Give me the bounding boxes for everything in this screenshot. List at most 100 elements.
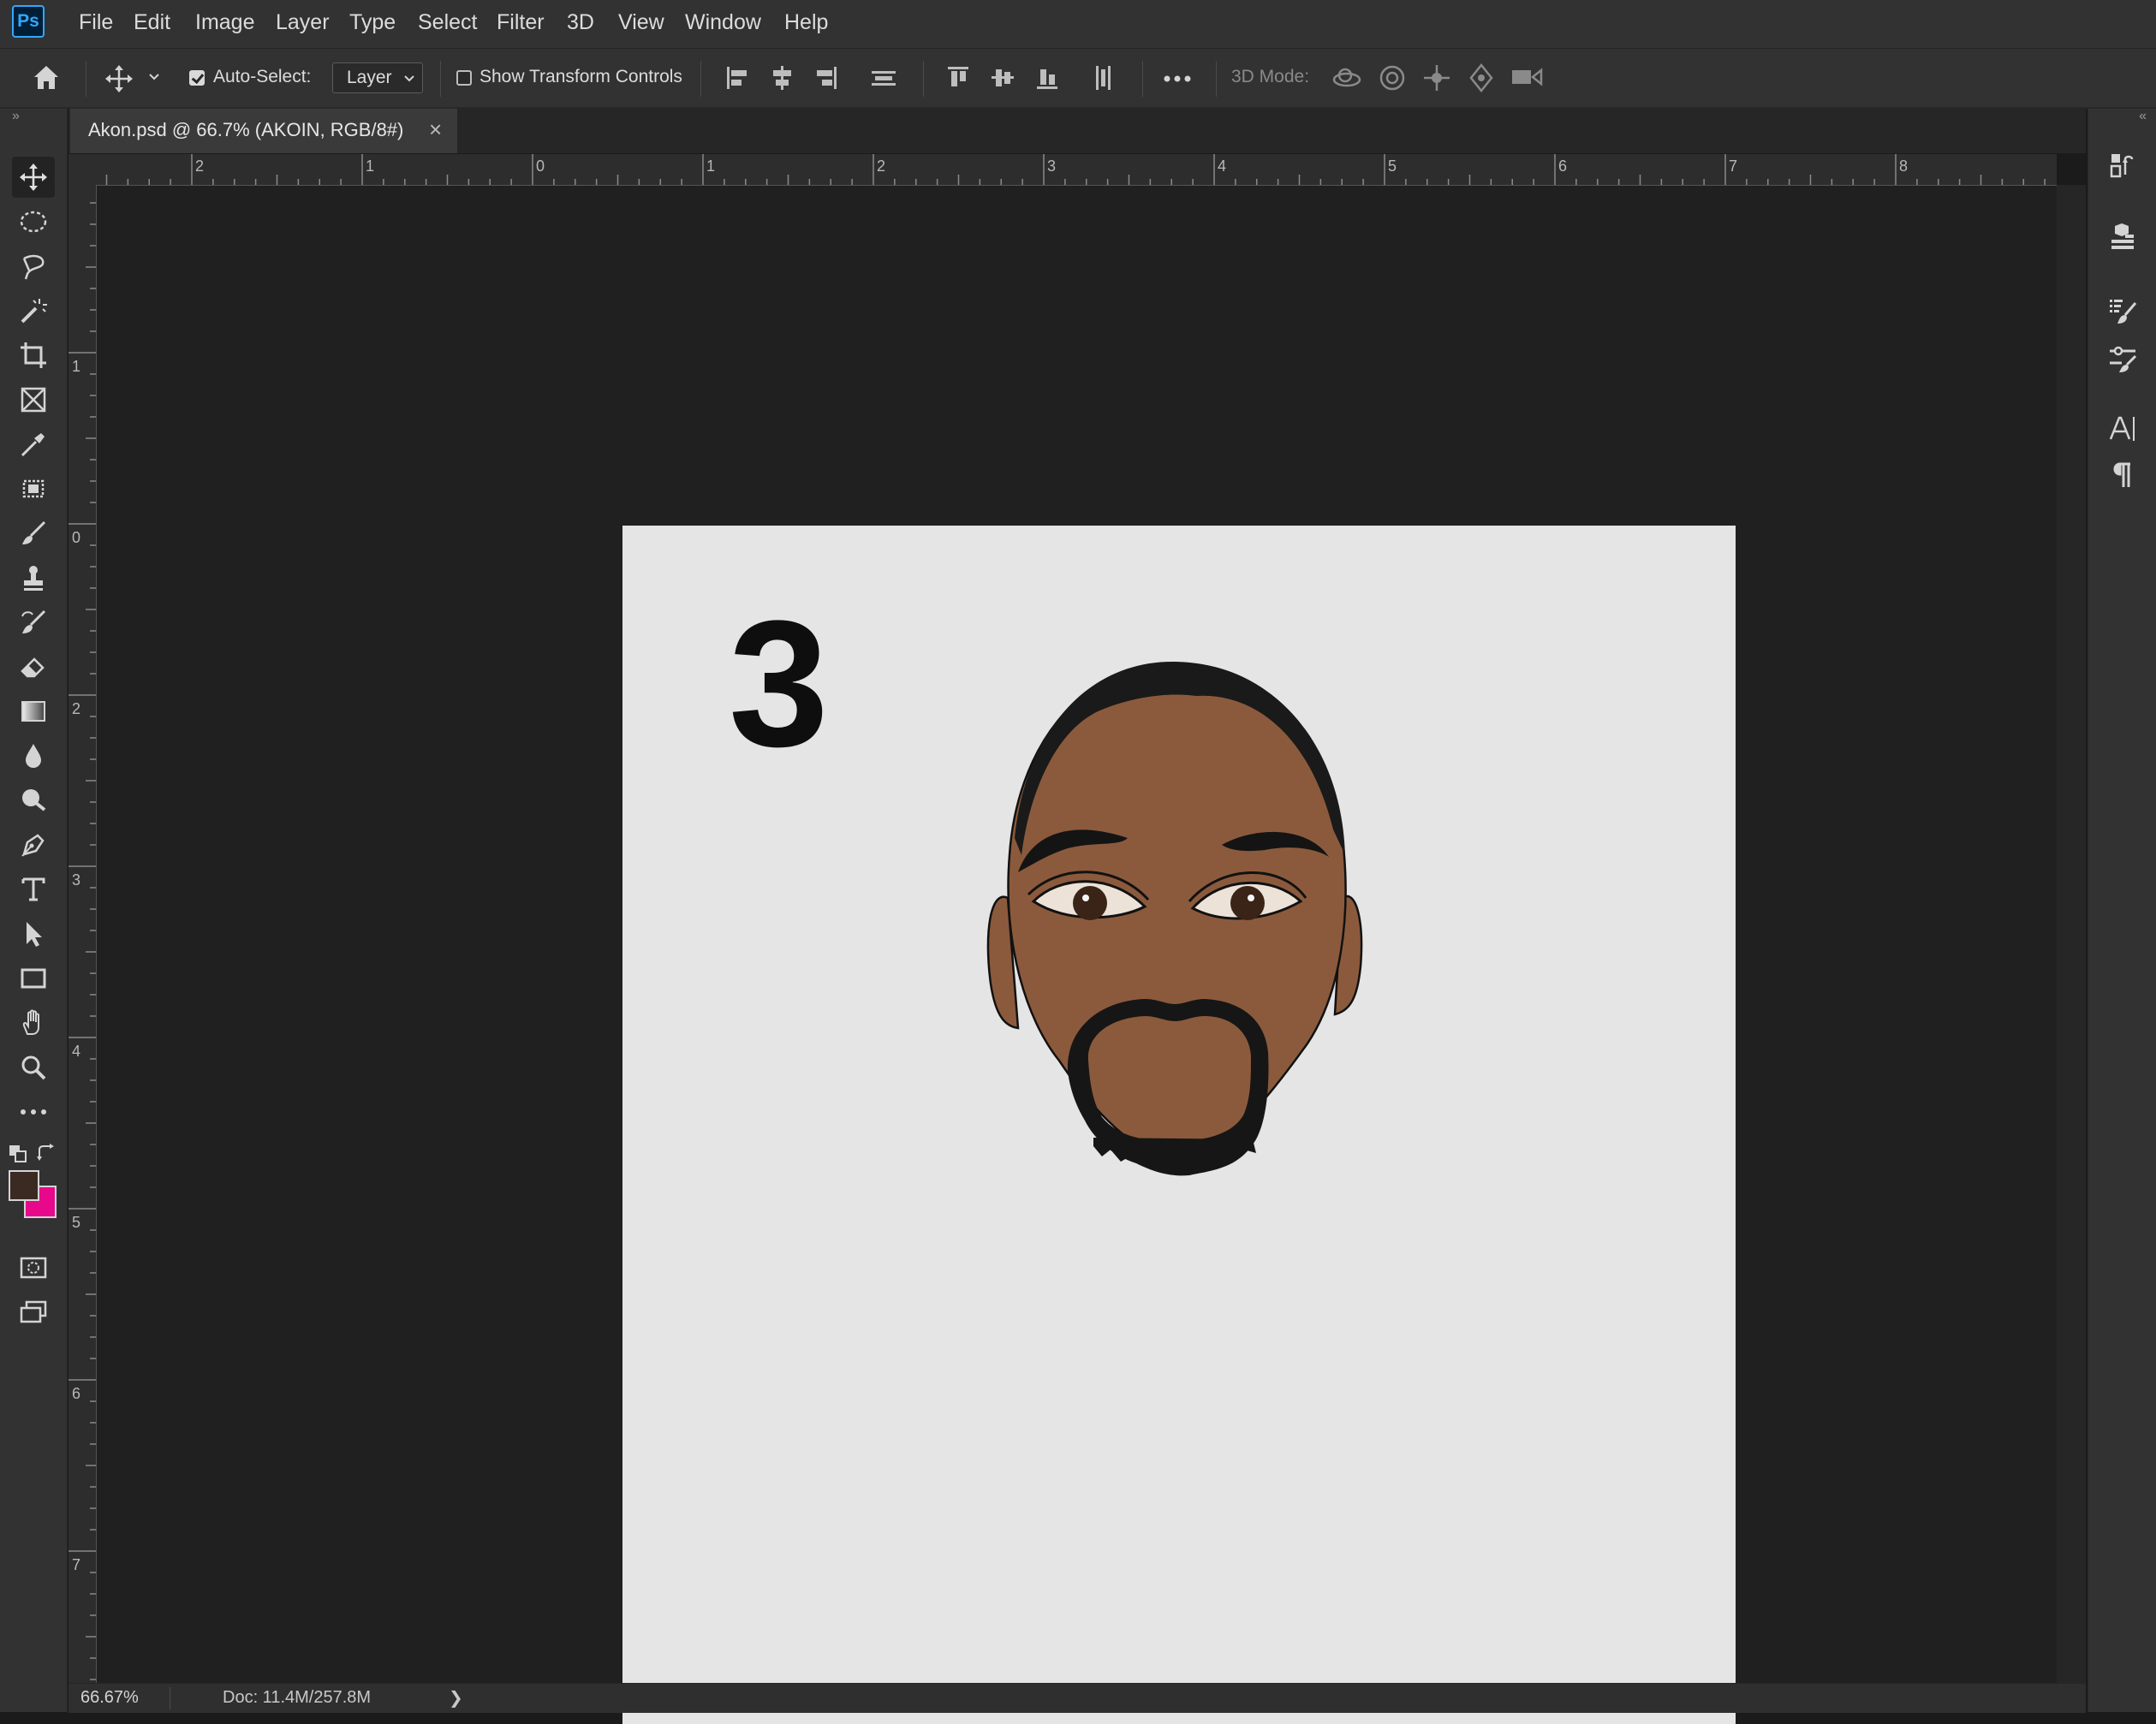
menu-type[interactable]: Type (349, 9, 396, 36)
ruler-label: 3 (72, 871, 80, 889)
ruler-label: 2 (195, 158, 204, 175)
show-transform-label: Show Transform Controls (479, 67, 682, 86)
expand-panels-icon[interactable]: « (2139, 109, 2147, 124)
brush-tool-icon[interactable] (12, 513, 55, 554)
distribute-vertical-icon[interactable] (870, 64, 897, 92)
pen-tool-icon[interactable] (12, 824, 55, 865)
brushes-panel-icon[interactable] (2104, 340, 2141, 377)
ruler-label: 3 (1047, 158, 1056, 175)
crop-tool-icon[interactable] (12, 335, 55, 376)
history-brush-tool-icon[interactable] (12, 602, 55, 643)
gradient-tool-icon[interactable] (12, 691, 55, 732)
ruler-label: 5 (72, 1214, 80, 1231)
align-vertical-center-icon[interactable] (990, 64, 1015, 92)
foreground-color-swatch[interactable] (9, 1170, 39, 1201)
character-panel-icon[interactable] (2104, 410, 2141, 448)
close-tab-icon[interactable]: × (429, 116, 442, 143)
ruler-label: 1 (72, 358, 80, 375)
paragraph-panel-icon[interactable] (2104, 456, 2141, 494)
ruler-label: 1 (706, 158, 715, 175)
menu-view[interactable]: View (618, 9, 664, 36)
eraser-tool-icon[interactable] (12, 646, 55, 687)
left-eye-highlight (1082, 895, 1089, 901)
align-left-icon[interactable] (724, 64, 750, 92)
3d-slide-icon[interactable] (1466, 62, 1497, 93)
ruler-origin[interactable] (68, 154, 96, 185)
align-horizontal-center-icon[interactable] (769, 64, 795, 92)
left-iris (1073, 886, 1107, 920)
healing-tool-icon[interactable] (12, 468, 55, 509)
3d-pan-icon[interactable] (1421, 62, 1452, 93)
more-options-icon[interactable] (1163, 74, 1194, 83)
move-tool-icon[interactable] (12, 157, 55, 198)
photoshop-logo: Ps (12, 5, 45, 38)
brush-settings-icon[interactable] (2104, 292, 2141, 330)
menu-layer[interactable]: Layer (276, 9, 330, 36)
align-bottom-icon[interactable] (1034, 64, 1060, 92)
document-size-info: Doc: 11.4M/257.8M (223, 1688, 372, 1707)
canvas-area[interactable]: 3 (97, 186, 2057, 1724)
screen-mode-icon[interactable] (12, 1292, 55, 1333)
hand-tool-icon[interactable] (12, 1002, 55, 1043)
canvas-side-gutter (2057, 185, 2086, 1683)
3d-orbit-icon[interactable] (1331, 62, 1363, 93)
home-icon[interactable] (31, 62, 62, 92)
menu-filter[interactable]: Filter (497, 9, 545, 36)
menu-file[interactable]: File (79, 9, 113, 36)
stamp-tool-icon[interactable] (12, 557, 55, 598)
magic-wand-tool-icon[interactable] (12, 290, 55, 331)
3d-panel-icon[interactable] (2104, 218, 2141, 256)
align-right-icon[interactable] (813, 64, 839, 92)
menu-edit[interactable]: Edit (134, 9, 170, 36)
path-select-tool-icon[interactable] (12, 913, 55, 954)
ruler-label: 1 (366, 158, 374, 175)
vertical-ruler[interactable]: 1 0 2 3 4 5 6 7 (68, 185, 97, 1683)
document-tab[interactable]: Akon.psd @ 66.7% (AKOIN, RGB/8#) × (70, 109, 457, 153)
rectangle-tool-icon[interactable] (12, 958, 55, 999)
menu-window[interactable]: Window (685, 9, 761, 36)
status-menu-arrow-icon[interactable]: ❯ (449, 1687, 463, 1709)
collapse-arrows-icon[interactable]: » (12, 109, 20, 124)
ruler-label: 0 (536, 158, 545, 175)
distribute-horizontal-icon[interactable] (1089, 64, 1117, 92)
menu-select[interactable]: Select (418, 9, 477, 36)
menu-image[interactable]: Image (195, 9, 254, 36)
chevron-down-icon[interactable] (148, 73, 160, 81)
auto-select-dropdown[interactable]: Layer (332, 62, 423, 93)
more-tools-icon[interactable] (12, 1091, 55, 1132)
default-colors-icon[interactable] (9, 1144, 27, 1163)
move-options-icon[interactable] (104, 64, 134, 93)
ruler-label: 6 (72, 1385, 80, 1402)
blur-tool-icon[interactable] (12, 735, 55, 776)
quick-mask-icon[interactable] (12, 1247, 55, 1288)
type-tool-icon[interactable] (12, 869, 55, 910)
eyedropper-tool-icon[interactable] (12, 424, 55, 465)
align-top-icon[interactable] (945, 64, 971, 92)
lasso-tool-icon[interactable] (12, 246, 55, 287)
number-text-layer[interactable]: 3 (729, 594, 829, 774)
zoom-tool-icon[interactable] (12, 1047, 55, 1088)
vertical-ruler-ticks: 1 0 2 3 4 5 6 7 (68, 202, 96, 1680)
horizontal-ruler[interactable]: 2 1 0 1 2 3 4 5 6 7 8 (96, 154, 2057, 186)
face-illustration[interactable] (965, 658, 1385, 1223)
zoom-level[interactable]: 66.67% (80, 1688, 139, 1708)
ruler-label: 8 (1899, 158, 1908, 175)
3d-roll-icon[interactable] (1377, 62, 1408, 93)
menu-help[interactable]: Help (784, 9, 828, 36)
swap-colors-icon[interactable] (36, 1143, 57, 1163)
show-transform-checkbox[interactable] (456, 70, 472, 86)
frame-tool-icon[interactable] (12, 379, 55, 420)
auto-select-checkbox[interactable] (189, 70, 205, 86)
menu-bar: Ps File Edit Image Layer Type Select Fil… (0, 0, 2156, 49)
history-panel-icon[interactable] (2104, 146, 2141, 184)
tools-panel: » (0, 109, 68, 1712)
status-bar: 66.67% Doc: 11.4M/257.8M ❯ (68, 1683, 2086, 1713)
marquee-tool-icon[interactable] (12, 201, 55, 242)
horizontal-ruler-ticks: 2 1 0 1 2 3 4 5 6 7 8 (105, 154, 2046, 185)
dodge-tool-icon[interactable] (12, 780, 55, 821)
3d-camera-icon[interactable] (1510, 64, 1545, 90)
document-canvas[interactable]: 3 (622, 526, 1736, 1724)
auto-select-value: Layer (347, 68, 392, 87)
menu-3d[interactable]: 3D (567, 9, 594, 36)
ruler-label: 2 (877, 158, 885, 175)
